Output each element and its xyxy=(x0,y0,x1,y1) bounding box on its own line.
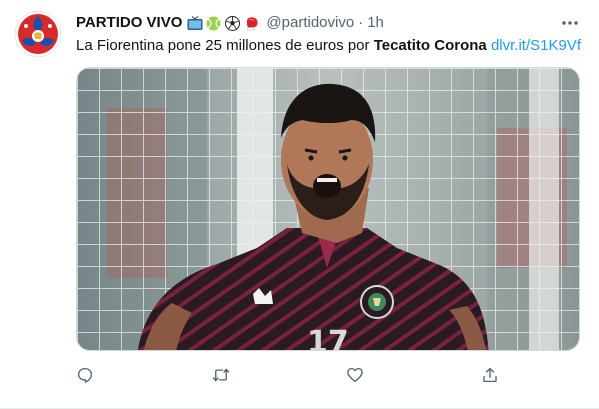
retweet-button[interactable] xyxy=(208,362,234,388)
reply-button[interactable] xyxy=(72,362,98,388)
tweet-header: PARTIDO VIVO @partidovivo · 1h xyxy=(76,12,384,34)
share-button[interactable] xyxy=(477,362,503,388)
soccer-ball-emoji-icon xyxy=(224,15,241,32)
player-photo: 17 xyxy=(77,68,579,351)
timestamp[interactable]: 1h xyxy=(367,13,384,33)
boxing-glove-emoji-icon xyxy=(243,15,260,32)
tennis-ball-emoji-icon xyxy=(205,15,222,32)
user-handle[interactable]: @partidovivo xyxy=(266,13,354,33)
more-dots-icon xyxy=(562,21,578,25)
tweet-text: La Fiorentina pone 25 millones de euros … xyxy=(76,36,585,56)
tweet-card[interactable]: PARTIDO VIVO @partidovivo · 1h La Fioren… xyxy=(0,0,599,409)
retweet-icon xyxy=(212,368,230,382)
jersey-number: 17 xyxy=(307,325,349,351)
tweet-link[interactable]: dlvr.it/S1K9Vf xyxy=(491,37,581,54)
tweet-image[interactable]: 17 xyxy=(76,67,580,351)
avatar[interactable] xyxy=(14,10,62,58)
tv-emoji-icon xyxy=(186,15,203,32)
display-name[interactable]: PARTIDO VIVO xyxy=(76,13,182,33)
world-cup-logo-icon xyxy=(14,10,62,58)
tweet-text-plain: La Fiorentina pone 25 millones de euros … xyxy=(76,37,374,54)
heart-icon xyxy=(347,367,363,383)
reply-icon xyxy=(77,367,93,383)
separator-dot: · xyxy=(358,14,364,31)
like-button[interactable] xyxy=(342,362,368,388)
action-bar xyxy=(72,362,502,388)
more-options-button[interactable] xyxy=(557,10,583,36)
share-icon xyxy=(483,367,497,383)
tweet-text-bold: Tecatito Corona xyxy=(373,37,487,54)
